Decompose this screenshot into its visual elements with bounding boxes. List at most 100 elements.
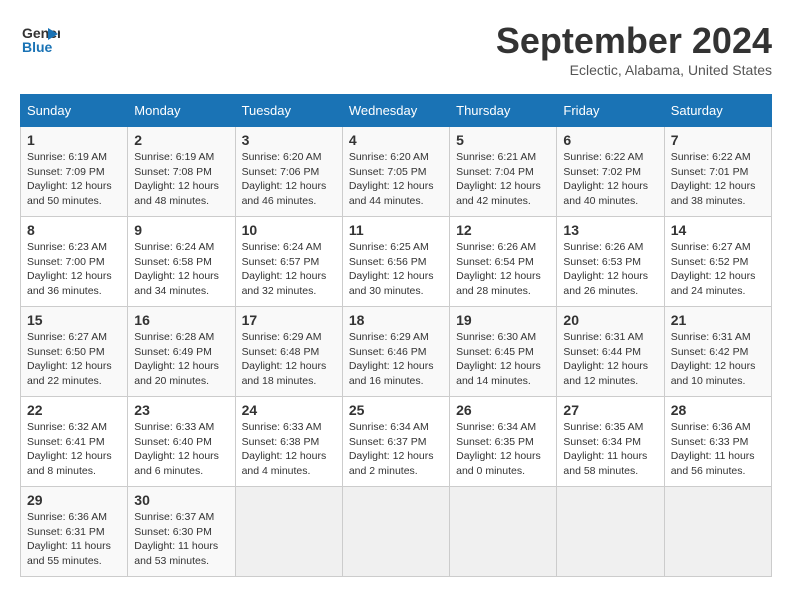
day-number: 29 [27,492,121,508]
calendar-cell: 7Sunrise: 6:22 AM Sunset: 7:01 PM Daylig… [664,127,771,217]
calendar-cell: 27 Sunrise: 6:35 AM Sunset: 6:34 PM Dayli… [557,397,664,487]
day-info: Sunrise: 6:31 AM Sunset: 6:42 PM Dayligh… [671,330,765,389]
calendar-week-row: 22Sunrise: 6:32 AM Sunset: 6:41 PM Dayli… [21,397,772,487]
day-number: 25 [349,402,443,418]
calendar-cell: 21 Sunrise: 6:31 AM Sunset: 6:42 PM Dayli… [664,307,771,397]
day-number: 9 [134,222,228,238]
calendar-week-row: 8 Sunrise: 6:23 AM Sunset: 7:00 PM Daylig… [21,217,772,307]
calendar-cell: 6 Sunrise: 6:22 AM Sunset: 7:02 PM Daylig… [557,127,664,217]
day-info: Sunrise: 6:27 AM Sunset: 6:50 PM Dayligh… [27,330,121,389]
calendar-cell: 17 Sunrise: 6:29 AM Sunset: 6:48 PM Dayli… [235,307,342,397]
calendar-cell: 16 Sunrise: 6:28 AM Sunset: 6:49 PM Dayli… [128,307,235,397]
day-info: Sunrise: 6:22 AM Sunset: 7:01 PM Dayligh… [671,150,765,209]
day-info: Sunrise: 6:35 AM Sunset: 6:34 PM Dayligh… [563,420,657,479]
calendar-cell: 28 Sunrise: 6:36 AM Sunset: 6:33 PM Dayli… [664,397,771,487]
calendar-cell [664,487,771,577]
day-number: 3 [242,132,336,148]
calendar-cell: 20 Sunrise: 6:31 AM Sunset: 6:44 PM Dayli… [557,307,664,397]
calendar-cell: 3 Sunrise: 6:20 AM Sunset: 7:06 PM Daylig… [235,127,342,217]
day-info: Sunrise: 6:23 AM Sunset: 7:00 PM Dayligh… [27,240,121,299]
calendar-week-row: 15 Sunrise: 6:27 AM Sunset: 6:50 PM Dayli… [21,307,772,397]
day-number: 4 [349,132,443,148]
day-number: 24 [242,402,336,418]
calendar-cell [557,487,664,577]
location: Eclectic, Alabama, United States [496,62,772,78]
calendar-cell: 1Sunrise: 6:19 AM Sunset: 7:09 PM Daylig… [21,127,128,217]
day-info: Sunrise: 6:31 AM Sunset: 6:44 PM Dayligh… [563,330,657,389]
logo: General Blue [20,20,64,60]
calendar-cell: 15 Sunrise: 6:27 AM Sunset: 6:50 PM Dayli… [21,307,128,397]
calendar-cell: 24 Sunrise: 6:33 AM Sunset: 6:38 PM Dayli… [235,397,342,487]
title-block: September 2024 Eclectic, Alabama, United… [496,20,772,78]
day-number: 23 [134,402,228,418]
day-info: Sunrise: 6:25 AM Sunset: 6:56 PM Dayligh… [349,240,443,299]
month-title: September 2024 [496,20,772,62]
day-info: Sunrise: 6:19 AM Sunset: 7:08 PM Dayligh… [134,150,228,209]
day-header-friday: Friday [557,95,664,127]
calendar-cell: 19 Sunrise: 6:30 AM Sunset: 6:45 PM Dayli… [450,307,557,397]
calendar-cell: 18Sunrise: 6:29 AM Sunset: 6:46 PM Dayli… [342,307,449,397]
calendar-table: SundayMondayTuesdayWednesdayThursdayFrid… [20,94,772,577]
day-number: 28 [671,402,765,418]
day-info: Sunrise: 6:24 AM Sunset: 6:58 PM Dayligh… [134,240,228,299]
calendar-cell: 2 Sunrise: 6:19 AM Sunset: 7:08 PM Daylig… [128,127,235,217]
day-number: 13 [563,222,657,238]
day-info: Sunrise: 6:20 AM Sunset: 7:05 PM Dayligh… [349,150,443,209]
calendar-cell: 29 Sunrise: 6:36 AM Sunset: 6:31 PM Dayli… [21,487,128,577]
day-info: Sunrise: 6:29 AM Sunset: 6:48 PM Dayligh… [242,330,336,389]
day-header-thursday: Thursday [450,95,557,127]
calendar-cell: 12Sunrise: 6:26 AM Sunset: 6:54 PM Dayli… [450,217,557,307]
svg-text:Blue: Blue [22,39,53,55]
calendar-week-row: 1Sunrise: 6:19 AM Sunset: 7:09 PM Daylig… [21,127,772,217]
day-number: 20 [563,312,657,328]
calendar-cell: 10 Sunrise: 6:24 AM Sunset: 6:57 PM Dayli… [235,217,342,307]
day-number: 10 [242,222,336,238]
day-info: Sunrise: 6:29 AM Sunset: 6:46 PM Dayligh… [349,330,443,389]
calendar-week-row: 29 Sunrise: 6:36 AM Sunset: 6:31 PM Dayli… [21,487,772,577]
day-info: Sunrise: 6:27 AM Sunset: 6:52 PM Dayligh… [671,240,765,299]
day-info: Sunrise: 6:34 AM Sunset: 6:35 PM Dayligh… [456,420,550,479]
day-info: Sunrise: 6:37 AM Sunset: 6:30 PM Dayligh… [134,510,228,569]
day-number: 12 [456,222,550,238]
day-number: 16 [134,312,228,328]
day-number: 11 [349,222,443,238]
day-info: Sunrise: 6:26 AM Sunset: 6:53 PM Dayligh… [563,240,657,299]
day-header-tuesday: Tuesday [235,95,342,127]
calendar-cell: 22Sunrise: 6:32 AM Sunset: 6:41 PM Dayli… [21,397,128,487]
day-info: Sunrise: 6:20 AM Sunset: 7:06 PM Dayligh… [242,150,336,209]
day-number: 5 [456,132,550,148]
day-info: Sunrise: 6:34 AM Sunset: 6:37 PM Dayligh… [349,420,443,479]
calendar-cell: 4 Sunrise: 6:20 AM Sunset: 7:05 PM Daylig… [342,127,449,217]
day-info: Sunrise: 6:36 AM Sunset: 6:31 PM Dayligh… [27,510,121,569]
day-number: 17 [242,312,336,328]
day-info: Sunrise: 6:33 AM Sunset: 6:40 PM Dayligh… [134,420,228,479]
day-info: Sunrise: 6:19 AM Sunset: 7:09 PM Dayligh… [27,150,121,209]
day-number: 19 [456,312,550,328]
day-info: Sunrise: 6:32 AM Sunset: 6:41 PM Dayligh… [27,420,121,479]
day-header-sunday: Sunday [21,95,128,127]
calendar-cell: 5Sunrise: 6:21 AM Sunset: 7:04 PM Daylig… [450,127,557,217]
day-number: 15 [27,312,121,328]
calendar-cell: 30 Sunrise: 6:37 AM Sunset: 6:30 PM Dayli… [128,487,235,577]
day-info: Sunrise: 6:36 AM Sunset: 6:33 PM Dayligh… [671,420,765,479]
day-info: Sunrise: 6:22 AM Sunset: 7:02 PM Dayligh… [563,150,657,209]
day-number: 21 [671,312,765,328]
day-info: Sunrise: 6:33 AM Sunset: 6:38 PM Dayligh… [242,420,336,479]
day-number: 26 [456,402,550,418]
calendar-header-row: SundayMondayTuesdayWednesdayThursdayFrid… [21,95,772,127]
day-number: 27 [563,402,657,418]
calendar-cell [450,487,557,577]
day-header-monday: Monday [128,95,235,127]
day-number: 30 [134,492,228,508]
day-number: 2 [134,132,228,148]
day-header-saturday: Saturday [664,95,771,127]
calendar-cell [342,487,449,577]
day-number: 6 [563,132,657,148]
day-info: Sunrise: 6:24 AM Sunset: 6:57 PM Dayligh… [242,240,336,299]
day-info: Sunrise: 6:30 AM Sunset: 6:45 PM Dayligh… [456,330,550,389]
day-header-wednesday: Wednesday [342,95,449,127]
day-number: 8 [27,222,121,238]
day-number: 14 [671,222,765,238]
calendar-cell: 9 Sunrise: 6:24 AM Sunset: 6:58 PM Daylig… [128,217,235,307]
day-info: Sunrise: 6:28 AM Sunset: 6:49 PM Dayligh… [134,330,228,389]
